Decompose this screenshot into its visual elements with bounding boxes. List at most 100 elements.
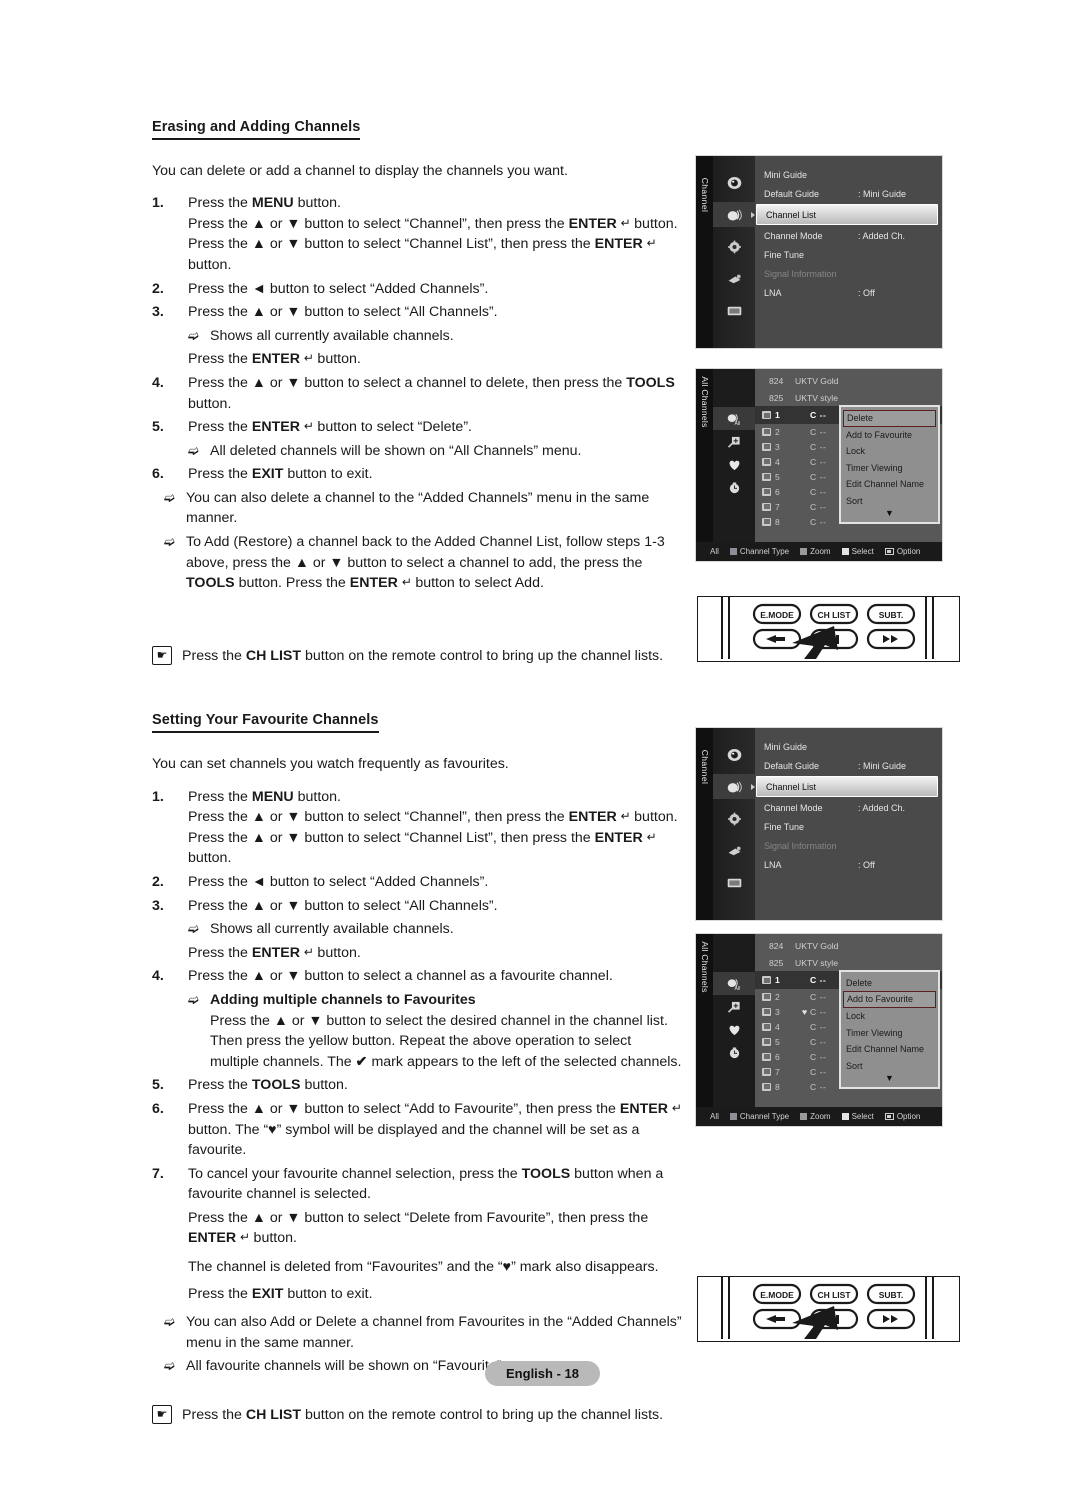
footer-key-option[interactable]: Option [884,1112,921,1121]
osd-item-fine-tune[interactable]: Fine Tune [755,245,942,264]
input-icon[interactable] [713,838,755,863]
popup-item-delete[interactable]: Delete [843,410,936,427]
clist-header-num: 825 [769,957,784,968]
osd-item-channel-mode[interactable]: Channel Mode : Added Ch. [755,226,942,245]
footer-key-channel-type[interactable]: Channel Type [729,547,790,556]
step-2-2: 2. Press the ◄ button to select “Added C… [152,872,682,893]
osd-item-default-guide[interactable]: Default Guide : Mini Guide [755,756,942,775]
step-1-6: 6. Press the EXIT button to exit. [152,464,682,485]
popup-item-timer-viewing[interactable]: Timer Viewing [841,460,938,476]
step-1-1: 1. Press the MENU button. Press the ▲ or… [152,193,682,275]
popup-item-sort[interactable]: Sort [841,493,938,509]
guide-icon[interactable] [713,742,755,767]
step-1-3: 3. Press the ▲ or ▼ button to select “Al… [152,302,682,323]
osd-icon-rail [713,156,755,348]
clist-row-num: 4 [775,1021,780,1032]
osd-item-label: Fine Tune [764,821,805,832]
clist-row-ch: C -- [810,1006,827,1017]
osd-item-value: : Off [858,859,875,870]
popup-item-edit-channel-name[interactable]: Edit Channel Name [841,1041,938,1057]
clist-row-ch: C -- [810,486,827,497]
favourite-icon[interactable] [713,1018,755,1041]
clist-rows: 824 UKTV Gold 825 UKTV style 1 C -- 2 C … [755,369,942,542]
note-body: Press the ▲ or ▼ button to select the de… [210,1012,682,1070]
timer-icon[interactable] [713,476,755,499]
clist-row-num: 3 [775,441,780,452]
osd-channel-list-2: All Channels All 824 UKTV Gold 825 UKTV … [695,933,943,1127]
popup-item-add-to-favourite[interactable]: Add to Favourite [841,427,938,443]
remote-illustration-2: E.MODE CH LIST SUBT. [697,1276,960,1342]
all-channels-icon[interactable]: All [713,972,755,995]
footer-key-select[interactable]: Select [841,1112,874,1121]
osd-item-mini-guide[interactable]: Mini Guide [755,165,942,184]
added-channels-icon[interactable] [713,430,755,453]
popup-item-sort[interactable]: Sort [841,1058,938,1074]
enter-icon: ↵ [620,809,631,824]
step-2-7: 7. To cancel your favourite channel sele… [152,1164,682,1205]
step-number: 5. [152,419,164,436]
popup-item-edit-channel-name[interactable]: Edit Channel Name [841,476,938,492]
popup-item-lock[interactable]: Lock [841,443,938,459]
step-text: Press the EXIT button to exit. [188,466,373,483]
step-number: 6. [152,1100,164,1117]
popup-item-timer-viewing[interactable]: Timer Viewing [841,1025,938,1041]
osd-menu-items: Mini Guide Default Guide : Mini Guide Ch… [751,728,942,920]
channel-icon[interactable] [713,774,755,799]
popup-item-lock[interactable]: Lock [841,1008,938,1024]
step-text: Press the ▲ or ▼ button to select a chan… [188,968,613,985]
all-channels-icon[interactable]: All [713,407,755,430]
osd-item-fine-tune[interactable]: Fine Tune [755,817,942,836]
osd-item-lna[interactable]: LNA : Off [755,855,942,874]
chevron-down-icon[interactable]: ▼ [841,508,938,520]
setup-icon[interactable] [713,234,755,259]
channel-type-icon [762,472,771,481]
osd-item-label: Mini Guide [764,741,808,752]
chevron-down-icon[interactable]: ▼ [841,1073,938,1085]
osd-item-mini-guide[interactable]: Mini Guide [755,737,942,756]
osd-item-channel-list[interactable]: Channel List [751,776,938,797]
channel-icon[interactable] [713,202,755,227]
footer-key-channel-type[interactable]: Channel Type [729,1112,789,1121]
osd-channel-menu-1: Channel Mini Guide Default Guide: Mini … [695,155,943,349]
osd-item-channel-list[interactable]: Channel List [751,204,938,225]
picture-icon[interactable] [713,298,755,323]
footer-key-zoom[interactable]: Zoom [800,547,831,556]
clist-row-ch: C -- [810,441,827,452]
clist-row-num: 8 [775,1081,780,1092]
enter-icon: ↵ [303,351,314,366]
osd-item-default-guide[interactable]: Default Guide : Mini Guide [755,184,942,203]
footer-key-label: Channel Type [739,547,790,556]
input-icon[interactable] [713,266,755,291]
footer-key-select[interactable]: Select [841,547,874,556]
clist-footer: All Channel Type Zoom Select Option [696,542,942,561]
enter-icon: ↵ [646,829,657,844]
picture-icon[interactable] [713,870,755,895]
setup-icon[interactable] [713,806,755,831]
popup-item-delete[interactable]: Delete [841,975,938,991]
popup-item-add-to-favourite[interactable]: Add to Favourite [843,991,936,1009]
footer-key-label: Option [896,1112,921,1121]
channel-type-icon [762,411,771,419]
footer-key-label: Select [851,547,874,556]
step-text: Press the ▲ or ▼ button to select “Add t… [188,1100,682,1159]
osd-item-value: : Mini Guide [858,760,907,771]
guide-icon[interactable] [713,170,755,195]
osd-item-channel-mode[interactable]: Channel Mode : Added Ch. [755,798,942,817]
channel-type-icon [762,1022,771,1031]
svg-text:E.MODE: E.MODE [760,610,794,620]
color-key-icon [841,1113,849,1120]
footer-key-label: Zoom [810,547,831,556]
press-enter-line: Press the ENTER ↵ button. [188,351,361,368]
osd-item-lna[interactable]: LNA : Off [755,283,942,302]
footer-key-zoom[interactable]: Zoom [800,1112,831,1121]
step-1-4: 4. Press the ▲ or ▼ button to select a c… [152,373,682,414]
clist-row-num: 2 [775,991,780,1002]
favourite-icon[interactable] [713,453,755,476]
footer-key-option[interactable]: Option [884,547,920,556]
clist-tab-all-channels: All Channels [696,934,713,1107]
clist-row-num: 8 [775,516,780,527]
added-channels-icon[interactable] [713,995,755,1018]
manual-page: Erasing and Adding Channels You can dele… [0,0,1080,1488]
clist-row-ch: C -- [810,426,827,437]
timer-icon[interactable] [713,1041,755,1064]
